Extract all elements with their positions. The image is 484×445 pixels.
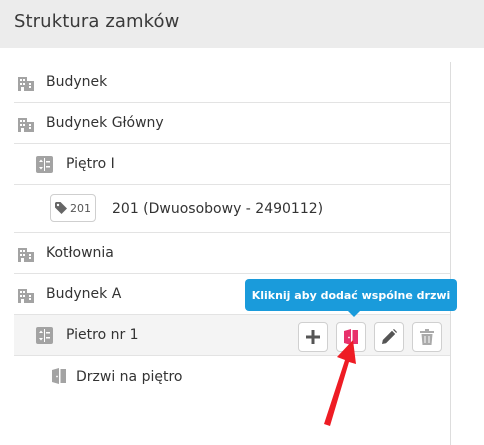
tree-item-budynek[interactable]: Budynek	[14, 62, 450, 103]
tree-item-pietro-nr-1[interactable]: Pietro nr 1	[14, 315, 450, 356]
tree-item-label: Budynek A	[46, 286, 122, 302]
tree-item-label: Budynek	[46, 74, 108, 90]
tree-item-room-201[interactable]: 201 201 (Dwuosobowy - 2490112)	[14, 185, 450, 233]
tree-item-kotlownia[interactable]: Kotłownia	[14, 233, 450, 274]
tree-item-label: Drzwi na piętro	[76, 368, 183, 385]
tree-item-label: 201 (Dwuosobowy - 2490112)	[112, 200, 324, 217]
building-icon	[18, 289, 34, 303]
tag-icon	[55, 202, 67, 214]
tree-item-label: Budynek Główny	[46, 115, 164, 131]
floor-icon	[36, 327, 53, 344]
page-header: Struktura zamków	[0, 0, 484, 48]
edit-button[interactable]	[374, 322, 404, 352]
building-icon	[18, 118, 34, 132]
tree-item-pietro-i[interactable]: Piętro I	[14, 144, 450, 185]
lock-structure-tree: Budynek Budynek Główny Piętro I 201 201 …	[0, 62, 451, 445]
building-icon	[18, 248, 34, 262]
room-number: 201	[70, 201, 91, 215]
tree-item-label: Piętro I	[66, 156, 115, 172]
pointer-arrow-annotation	[324, 340, 356, 426]
trash-icon	[420, 329, 434, 345]
pencil-icon	[382, 329, 397, 344]
building-icon	[18, 77, 34, 91]
tree-item-label: Kotłownia	[46, 245, 114, 261]
tree-item-drzwi-na-pietro[interactable]: Drzwi na piętro	[14, 356, 450, 397]
tree-item-label: Pietro nr 1	[66, 327, 139, 343]
door-icon	[52, 368, 66, 384]
floor-icon	[36, 156, 53, 173]
delete-button[interactable]	[412, 322, 442, 352]
page-title: Struktura zamków	[14, 11, 180, 32]
add-door-tooltip: Kliknij aby dodać wspólne drzwi	[245, 279, 457, 311]
tree-item-budynek-glowny[interactable]: Budynek Główny	[14, 103, 450, 144]
room-number-badge: 201	[50, 194, 96, 222]
tooltip-arrow	[348, 311, 360, 317]
